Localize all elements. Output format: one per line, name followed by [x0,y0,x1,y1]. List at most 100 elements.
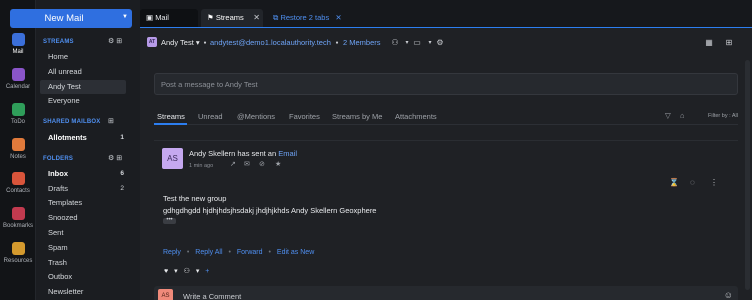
add-icon[interactable]: + [205,268,209,275]
add-icon[interactable]: ⊞ [116,38,122,45]
tab-attachments[interactable]: Attachments [395,112,437,121]
close-icon[interactable]: ✕ [335,13,341,22]
streams-tools[interactable]: ⚙ ⊞ [108,37,122,45]
active-tab-underline [154,123,187,125]
stream-email-link[interactable]: andytest@demo1.localauthority.tech [210,36,331,50]
stream-item-everyone[interactable]: Everyone [40,94,126,108]
new-mail-button[interactable]: New Mail ▼ [10,9,132,28]
shared-item-allotments[interactable]: Allotments 1 [40,131,126,145]
avatar: AS [162,148,183,169]
folder-item-inbox[interactable]: Inbox 6 [40,167,126,181]
scrollbar[interactable] [745,60,750,290]
mark-read-icon[interactable]: ⌂ [680,111,685,120]
rail-label: Calendar [5,84,31,90]
restore-tabs-button[interactable]: ⧉ Restore 2 tabs ✕ [267,9,347,27]
email-icon[interactable]: ✉ [244,160,250,168]
reminder-icon[interactable]: ◌ [690,178,695,187]
tab-label: Streams [215,13,244,22]
mail-icon [11,33,25,46]
mail-icon: ▣ [146,13,154,22]
mention-user-icon[interactable]: ⚇ [184,268,190,275]
rail-item-bookmarks[interactable]: Bookmarks [0,207,36,229]
chevron-down-icon[interactable]: ▾ [196,268,200,275]
edit-as-new-link[interactable]: Edit as New [277,249,314,256]
calendar-icon [11,68,25,81]
folder-panel [36,0,140,300]
open-external-icon[interactable]: ↗ [230,160,236,168]
settings-icon[interactable]: ⚙ [108,155,114,162]
stream-item-home[interactable]: Home [40,50,126,64]
folder-item-snoozed[interactable]: Snoozed [40,211,126,225]
close-icon[interactable]: ✕ [253,9,260,27]
stream-name-dropdown[interactable]: Andy Test ▾ [161,36,200,50]
snooze-icon[interactable]: ⌛ [669,178,679,187]
stream-item-andy-test[interactable]: Andy Test [40,80,126,94]
folder-item-spam[interactable]: Spam [40,241,126,255]
folder-item-templates[interactable]: Templates [40,196,126,210]
tab-favorites[interactable]: Favorites [289,112,320,121]
link-icon[interactable]: ⊘ [259,160,265,168]
stream-filter-tabs: Streams Unread @Mentions Favorites Strea… [154,109,738,125]
like-icon[interactable]: ♥ [164,268,168,275]
more-options-icon[interactable]: ⋮ [710,178,718,187]
folder-item-outbox[interactable]: Outbox [40,270,126,284]
chevron-down-icon[interactable]: ▾ [425,38,435,48]
separator-dot-icon: ● [335,40,339,46]
folders-tools[interactable]: ⚙ ⊞ [108,154,122,162]
grid-icon[interactable]: ⊞ [724,38,734,48]
tab-streams-by-me[interactable]: Streams by Me [332,112,382,121]
rail-label: Mail [12,49,24,55]
chevron-down-icon[interactable]: ▾ [174,268,178,275]
post-message-input[interactable] [155,74,737,94]
expand-more-button[interactable]: ••• [163,217,176,224]
tab-label: Restore 2 tabs [280,13,330,22]
tab-streams[interactable]: ⚑ Streams ✕ [201,9,263,27]
card-sender: Andy Skellern has sent an Email [189,149,297,158]
layout-icon[interactable]: ▦ [704,38,714,48]
settings-icon[interactable]: ⚙ [108,38,114,45]
post-message-box[interactable] [154,73,738,95]
members-link[interactable]: 2 Members [343,36,381,50]
filter-by-dropdown[interactable]: Filter by : All [708,113,738,119]
tab-mentions[interactable]: @Mentions [237,112,275,121]
add-icon[interactable]: ⊞ [116,155,122,162]
folder-item-trash[interactable]: Trash [40,256,126,270]
rail-item-contacts[interactable]: Contacts [0,172,36,194]
reply-all-link[interactable]: Reply All [195,249,222,256]
star-icon[interactable]: ★ [275,160,281,168]
rail-label: Bookmarks [2,223,33,229]
add-icon[interactable]: ⊞ [108,117,114,125]
rail-item-notes[interactable]: Notes [0,138,36,160]
rail-item-mail[interactable]: Mail [0,33,36,55]
reply-link[interactable]: Reply [163,249,181,256]
rail-item-calendar[interactable]: Calendar [0,68,36,90]
forward-link[interactable]: Forward [237,249,263,256]
rail-item-resources[interactable]: Resources [0,242,36,264]
comment-input[interactable] [183,289,703,300]
folder-item-newsletter[interactable]: Newsletter [40,285,126,299]
chevron-down-icon[interactable]: ▼ [122,14,128,20]
filter-icon[interactable]: ▽ [665,111,671,120]
folder-item-sent[interactable]: Sent [40,226,126,240]
chevron-down-icon[interactable]: ▾ [402,38,412,48]
tab-mail[interactable]: ▣ Mail [140,9,198,27]
folder-label: Allotments [48,133,87,142]
emoji-icon[interactable]: ☺ [724,290,733,300]
email-link[interactable]: Email [278,149,297,158]
stream-item-all-unread[interactable]: All unread [40,65,126,79]
rail-label: Resources [3,258,33,264]
card-timestamp: 1 min ago [189,163,214,169]
tab-unread[interactable]: Unread [198,112,223,121]
contacts-icon [11,172,25,185]
rail-label: ToDo [10,119,25,125]
unread-count: 1 [120,134,124,141]
resources-icon [11,242,25,255]
chat-icon[interactable]: ▭ [412,38,422,48]
folder-item-drafts[interactable]: Drafts 2 [40,182,126,196]
rail-item-todo[interactable]: ToDo [0,103,36,125]
comment-box[interactable]: AS ☺ [154,286,738,300]
sender-text: Andy Skellern has sent an [189,149,277,158]
add-member-icon[interactable]: ⚇ [390,38,400,48]
tab-streams-list[interactable]: Streams [157,112,185,121]
settings-icon[interactable]: ⚙ [435,38,445,48]
